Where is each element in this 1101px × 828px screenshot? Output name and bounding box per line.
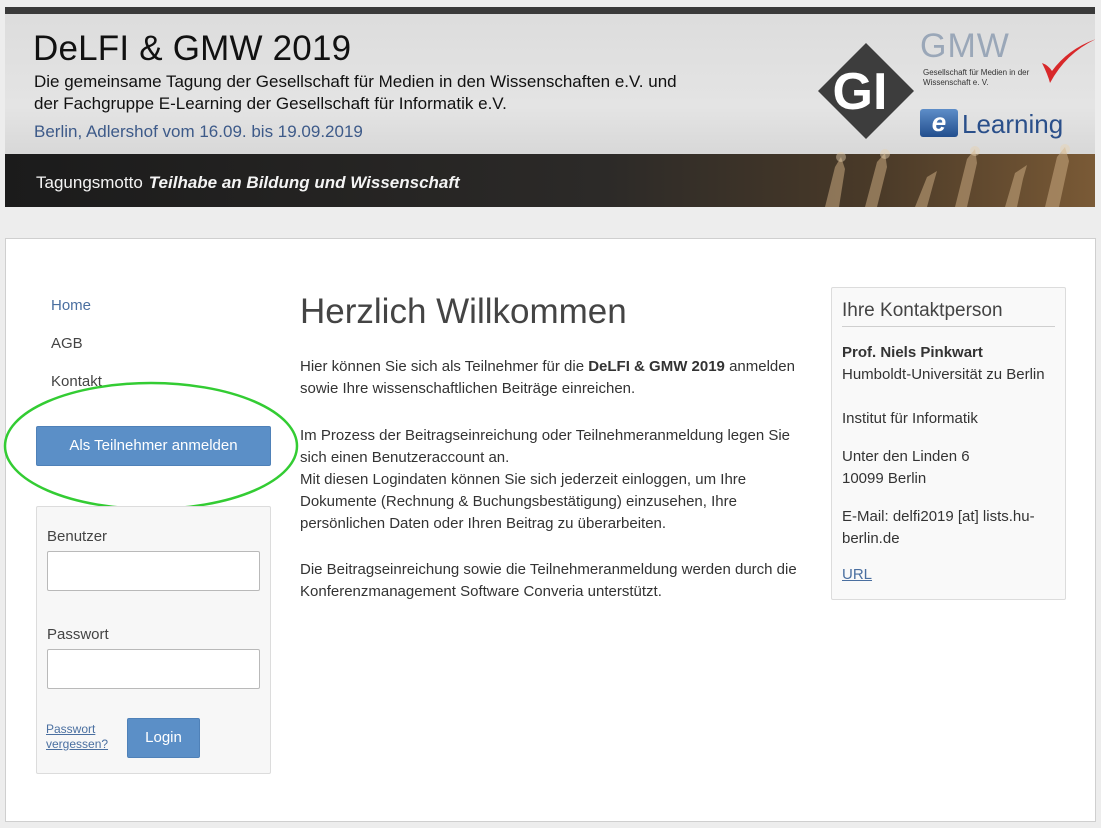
- password-label: Passwort: [47, 626, 109, 643]
- motto-text: Teilhabe an Bildung und Wissenschaft: [148, 173, 460, 192]
- elearning-e-icon: e: [920, 109, 958, 137]
- gi-logo: GI: [818, 43, 914, 139]
- contact-name: Prof. Niels Pinkwart: [842, 344, 983, 361]
- banner-title: DeLFI & GMW 2019: [33, 29, 352, 68]
- elearning-logo: e Learning: [920, 105, 1064, 141]
- nav-kontakt-link[interactable]: Kontakt: [51, 373, 102, 390]
- contact-email: E-Mail: delfi2019 [at] lists.hu-berlin.d…: [842, 508, 1035, 547]
- login-info-paragraph: Mit diesen Logindaten können Sie sich je…: [300, 471, 747, 532]
- password-input[interactable]: [47, 649, 260, 689]
- contact-heading: Ihre Kontaktperson: [842, 300, 1055, 327]
- contact-city: 10099 Berlin: [842, 470, 927, 487]
- banner-location: Berlin, Adlershof vom 16.09. bis 19.09.2…: [34, 122, 363, 141]
- banner-motto: Tagungsmotto Teilhabe an Bildung und Wiss…: [36, 173, 460, 193]
- motto-label: Tagungsmotto: [36, 173, 143, 192]
- contact-department: Institut für Informatik: [842, 410, 978, 427]
- nav-agb-link[interactable]: AGB: [51, 335, 83, 352]
- conference-banner: DeLFI & GMW 2019 Die gemeinsame Tagung d…: [5, 7, 1095, 207]
- gmw-logo-text: GMW: [920, 27, 1010, 65]
- page-title: Herzlich Willkommen: [300, 292, 627, 331]
- main-panel: Home AGB Kontakt Als Teilnehmer anmelden…: [3, 238, 1096, 822]
- username-label: Benutzer: [47, 528, 108, 545]
- gmw-logo: GMW Gesellschaft für Medien in der Wisse…: [920, 27, 1095, 97]
- account-paragraph: Im Prozess der Beitragseinreichung oder …: [300, 427, 791, 466]
- software-paragraph: Die Beitragseinreichung sowie die Teilne…: [300, 561, 797, 600]
- banner-subtitle-line-2: der Fachgruppe E-Learning der Gesellscha…: [34, 94, 507, 113]
- nav-home-link[interactable]: Home: [51, 297, 91, 314]
- register-participant-button[interactable]: Als Teilnehmer anmelden: [36, 426, 271, 466]
- checkmark-icon: [1042, 39, 1095, 83]
- gi-logo-text: GI: [833, 63, 888, 121]
- intro-paragraph: Hier können Sie sich als Teilnehmer für …: [300, 356, 810, 400]
- contact-box: Ihre Kontaktperson Prof. Niels Pinkwart …: [831, 287, 1066, 600]
- contact-street: Unter den Linden 6: [842, 448, 970, 465]
- intro-conference-name: DeLFI & GMW 2019: [588, 358, 725, 375]
- forgot-password-link[interactable]: Passwort vergessen?: [46, 722, 121, 752]
- intro-text-pre: Hier können Sie sich als Teilnehmer für …: [300, 358, 589, 375]
- login-box: Benutzer Passwort Passwort vergessen? Lo…: [36, 506, 271, 774]
- banner-subtitle-line-1: Die gemeinsame Tagung der Gesellschaft f…: [34, 72, 677, 91]
- username-input[interactable]: [47, 551, 260, 591]
- elearning-logo-text: Learning: [962, 109, 1064, 139]
- banner-top-line: [5, 7, 1095, 14]
- contact-organization: Humboldt-Universität zu Berlin: [842, 366, 1045, 383]
- contact-url-link[interactable]: URL: [842, 566, 872, 583]
- login-button[interactable]: Login: [127, 718, 200, 758]
- banner-subtitle: Die gemeinsame Tagung der Gesellschaft f…: [34, 71, 734, 115]
- gmw-logo-subtitle: Gesellschaft für Medien in der Wissensch…: [923, 68, 1030, 87]
